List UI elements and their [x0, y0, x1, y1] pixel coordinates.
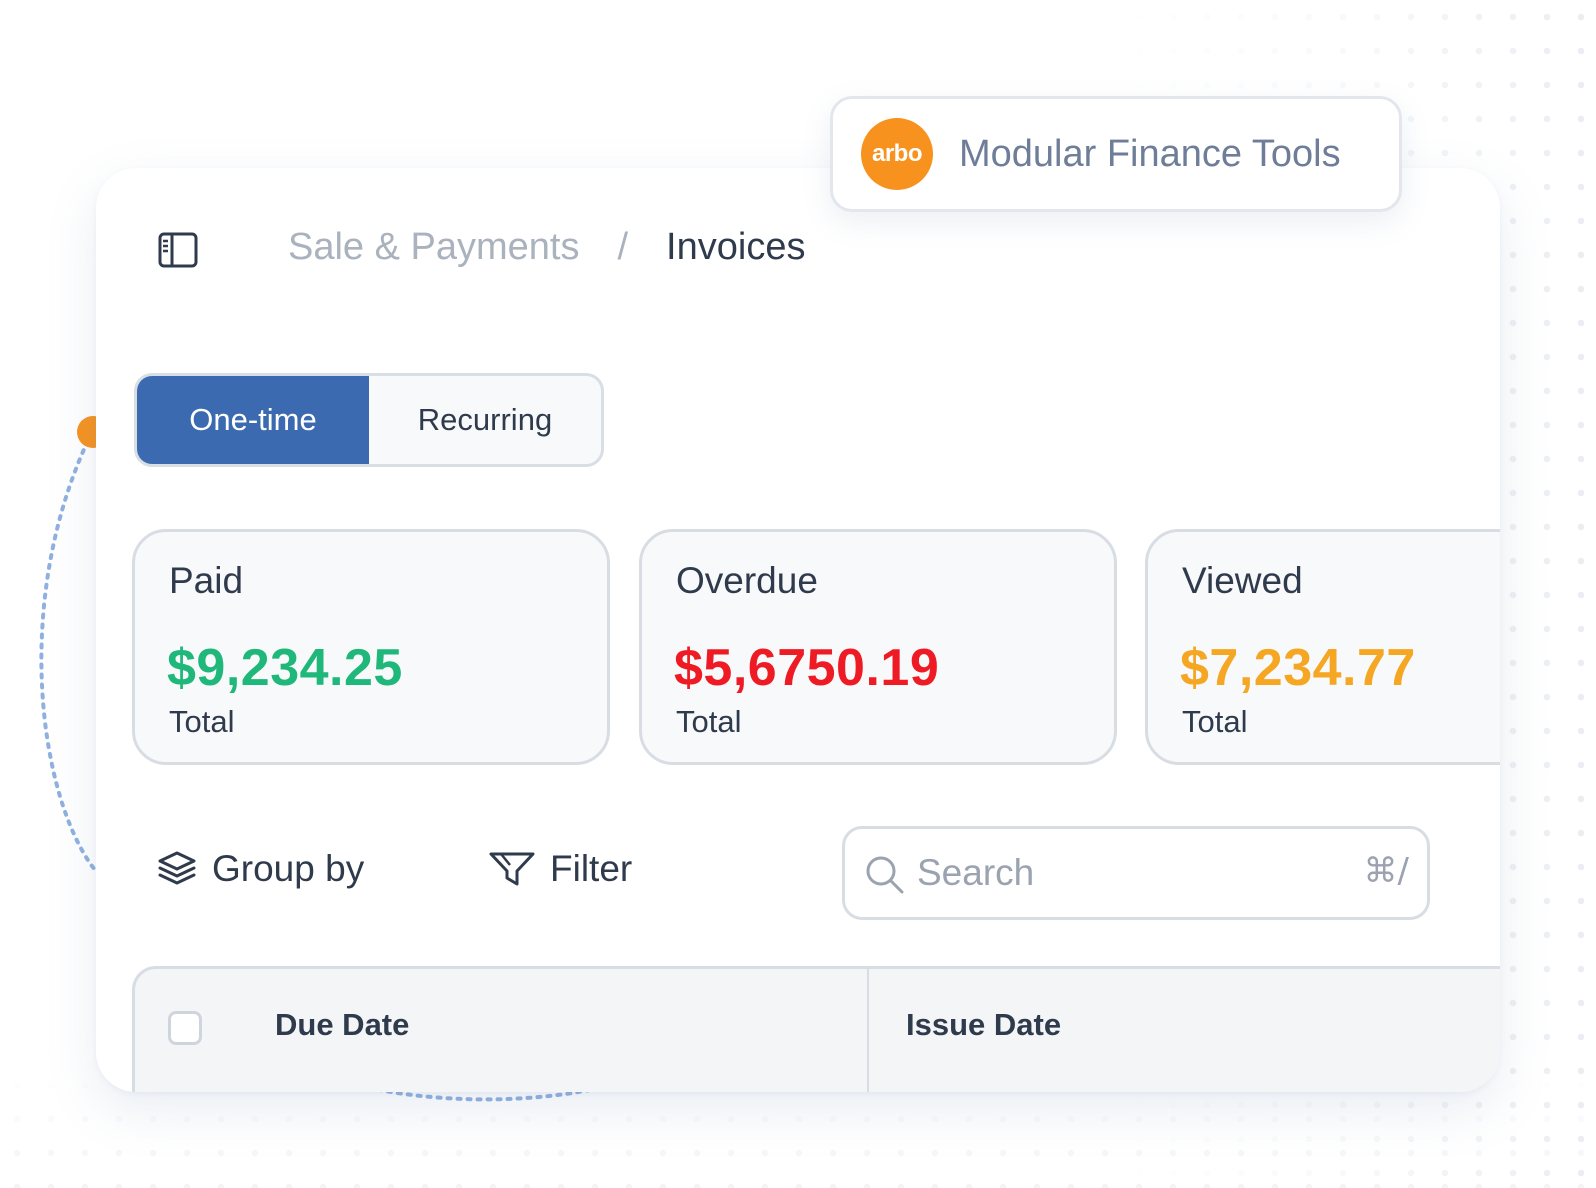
invoices-table-header: Due Date Issue Date — [132, 966, 1500, 1092]
breadcrumb: Sale & Payments / Invoices — [288, 226, 805, 269]
stat-amount: $9,234.25 — [167, 639, 403, 697]
filter-label: Filter — [550, 848, 633, 889]
filter-button[interactable]: Filter — [488, 848, 632, 890]
brand-pill: arbo Modular Finance Tools — [830, 96, 1402, 212]
group-by-button[interactable]: Group by — [156, 848, 364, 890]
breadcrumb-parent-link[interactable]: Sale & Payments — [288, 226, 579, 269]
column-divider — [867, 969, 869, 1092]
stat-sublabel: Total — [169, 704, 235, 739]
brand-logo: arbo — [861, 118, 933, 190]
stat-label: Overdue — [676, 560, 818, 601]
search-box[interactable]: ⌘/ — [842, 826, 1430, 920]
search-shortcut-hint: ⌘/ — [1363, 851, 1409, 891]
tab-one-time[interactable]: One-time — [137, 376, 369, 464]
stat-card-viewed[interactable]: Viewed $7,234.77 Total — [1145, 529, 1500, 765]
page-title: Invoices — [666, 226, 806, 268]
group-by-label: Group by — [212, 848, 365, 889]
search-input[interactable] — [917, 845, 1317, 901]
brand-name: Modular Finance Tools — [959, 132, 1341, 175]
search-icon — [866, 856, 904, 894]
stat-amount: $5,6750.19 — [674, 639, 940, 697]
layers-icon — [158, 851, 196, 885]
column-header-due-date[interactable]: Due Date — [275, 1007, 409, 1043]
stat-card-overdue[interactable]: Overdue $5,6750.19 Total — [639, 529, 1117, 765]
filter-icon — [489, 852, 535, 886]
invoices-panel: Sale & Payments / Invoices One-time Recu… — [96, 168, 1500, 1092]
stat-card-paid[interactable]: Paid $9,234.25 Total — [132, 529, 610, 765]
stat-label: Viewed — [1182, 560, 1303, 601]
invoice-type-toggle: One-time Recurring — [134, 373, 604, 467]
tab-recurring[interactable]: Recurring — [369, 376, 601, 464]
stat-amount: $7,234.77 — [1180, 639, 1416, 697]
stat-sublabel: Total — [676, 704, 742, 739]
select-all-checkbox[interactable] — [168, 1011, 202, 1045]
breadcrumb-separator: / — [617, 226, 629, 268]
column-header-issue-date[interactable]: Issue Date — [906, 1007, 1061, 1043]
sidebar-panel-icon[interactable] — [158, 232, 198, 268]
stat-sublabel: Total — [1182, 704, 1248, 739]
stat-label: Paid — [169, 560, 244, 601]
